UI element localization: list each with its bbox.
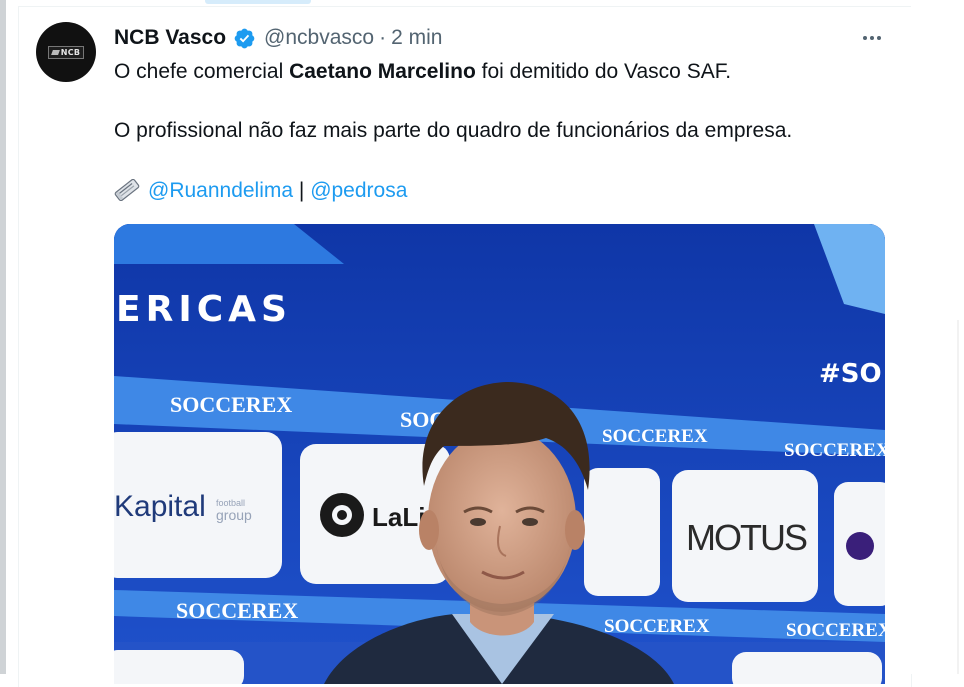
tweet-text-line-2: O profissional não faz mais parte do qua… xyxy=(114,119,793,142)
mention-ruanndelima[interactable]: @Ruanndelima xyxy=(148,179,293,202)
backdrop-brand-4: SOCCEREX xyxy=(784,440,885,461)
newspaper-icon xyxy=(114,179,140,201)
backdrop-brand-3: SOCCEREX xyxy=(602,426,708,447)
avatar-logo: NCB xyxy=(47,45,85,59)
sponsor-motus: MOTUS xyxy=(686,517,807,558)
mention-pedrosa[interactable]: @pedrosa xyxy=(310,179,407,202)
tweet-text-line-3: @Ruanndelima | @pedrosa xyxy=(114,177,407,205)
handle[interactable]: @ncbvasco xyxy=(264,26,374,50)
bold-name: Caetano Marcelino xyxy=(289,60,476,83)
photo-illustration: ERICAS #SO SOCCEREX SOCCEREX SOCCEREX SO… xyxy=(114,224,885,684)
avatar[interactable]: NCB xyxy=(36,22,96,82)
backdrop-brand-6: SOCCEREX xyxy=(604,616,710,637)
sponsor-capital-sub2: group xyxy=(216,507,252,523)
tweet-media-photo[interactable]: ERICAS #SO SOCCEREX SOCCEREX SOCCEREX SO… xyxy=(114,224,885,684)
display-name[interactable]: NCB Vasco xyxy=(114,26,226,50)
right-sidebar xyxy=(911,0,964,674)
backdrop-text-ericas: ERICAS xyxy=(116,289,292,330)
backdrop-brand-7: SOCCEREX xyxy=(786,620,885,641)
more-options-icon[interactable] xyxy=(858,27,886,49)
tweet-header: NCB Vasco @ncbvasco · 2 min xyxy=(114,24,442,52)
backdrop-hashtag: #SO xyxy=(819,359,882,389)
backdrop-brand-1: SOCCEREX xyxy=(170,392,292,417)
sponsor-capital: Kapital xyxy=(114,490,206,523)
separator: · xyxy=(379,26,387,49)
tweet-text-line-1: O chefe comercial Caetano Marcelino foi … xyxy=(114,60,732,83)
sponsor-laliga: LaLi xyxy=(372,502,425,532)
scrollbar-edge[interactable] xyxy=(0,0,6,674)
tab-indicator xyxy=(205,0,311,4)
backdrop-brand-5: SOCCEREX xyxy=(176,598,298,623)
verified-badge-icon xyxy=(234,28,255,48)
timestamp[interactable]: 2 min xyxy=(391,26,442,50)
